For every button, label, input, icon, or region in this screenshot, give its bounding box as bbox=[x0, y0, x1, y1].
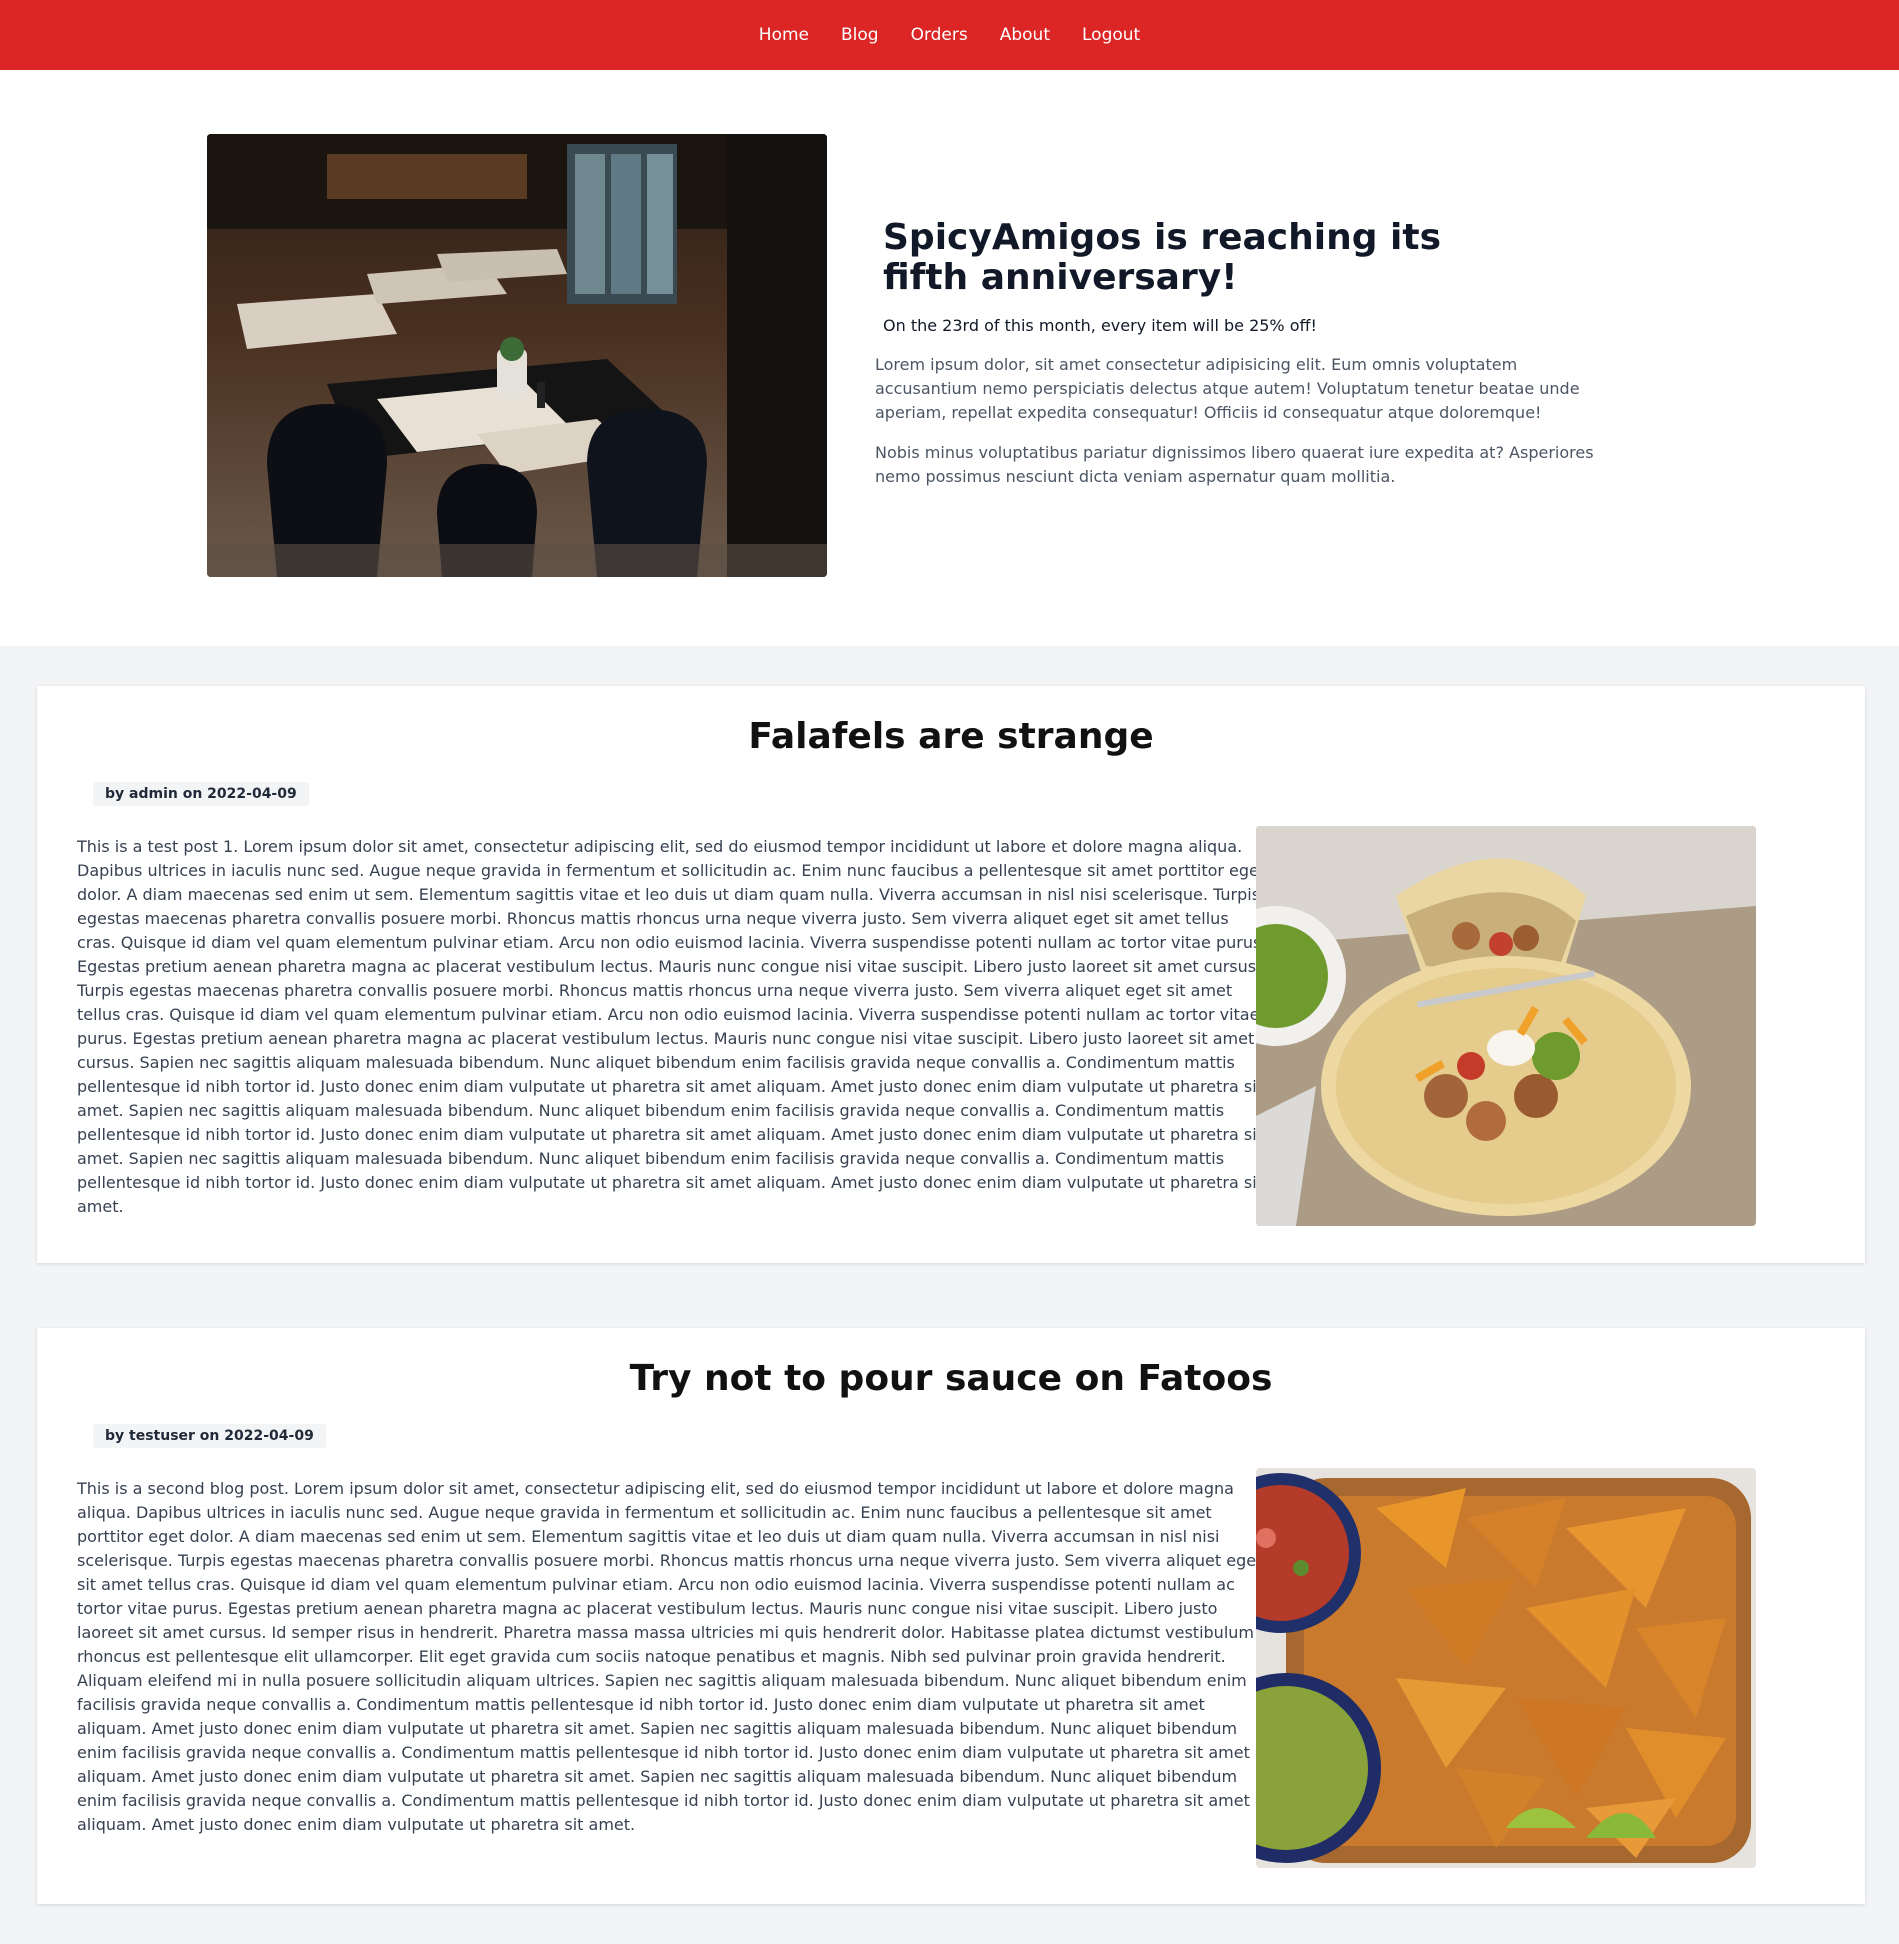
hero-paragraph: Nobis minus voluptatibus pariatur dignis… bbox=[875, 443, 1594, 486]
nav-link-blog[interactable]: Blog bbox=[841, 25, 879, 45]
nav-link-orders[interactable]: Orders bbox=[911, 25, 968, 45]
restaurant-interior-picture bbox=[207, 134, 827, 577]
hero-section: SpicyAmigos is reaching its fifth annive… bbox=[0, 70, 1899, 646]
post-image bbox=[1256, 1468, 1756, 1868]
hero-text: SpicyAmigos is reaching its fifth annive… bbox=[875, 218, 1615, 505]
post-body: This is a second blog post. Lorem ipsum … bbox=[77, 1479, 1263, 1834]
post-image bbox=[1256, 826, 1756, 1226]
top-navbar: Home Blog Orders About Logout bbox=[0, 0, 1899, 70]
hero-subtitle: On the 23rd of this month, every item wi… bbox=[883, 316, 1317, 335]
blog-post-card: Try not to pour sauce on Fatoos by testu… bbox=[37, 1328, 1865, 1904]
hero-title: SpicyAmigos is reaching its fifth annive… bbox=[883, 217, 1441, 298]
nav-link-logout[interactable]: Logout bbox=[1082, 25, 1140, 45]
nav-link-about[interactable]: About bbox=[1000, 25, 1050, 45]
tortilla-chips-picture bbox=[1256, 1468, 1756, 1868]
blog-post-card: Falafels are strange by admin on 2022-04… bbox=[37, 686, 1865, 1263]
post-title[interactable]: Falafels are strange bbox=[37, 716, 1865, 757]
post-body: This is a test post 1. Lorem ipsum dolor… bbox=[77, 837, 1267, 1216]
post-meta-badge: by testuser on 2022-04-09 bbox=[93, 1424, 326, 1448]
post-title[interactable]: Try not to pour sauce on Fatoos bbox=[37, 1358, 1865, 1399]
hero-image bbox=[207, 134, 827, 577]
fajita-tacos-picture bbox=[1256, 826, 1756, 1226]
hero-paragraph: Lorem ipsum dolor, sit amet consectetur … bbox=[875, 355, 1580, 422]
post-meta-badge: by admin on 2022-04-09 bbox=[93, 782, 309, 806]
nav-link-home[interactable]: Home bbox=[759, 25, 809, 45]
